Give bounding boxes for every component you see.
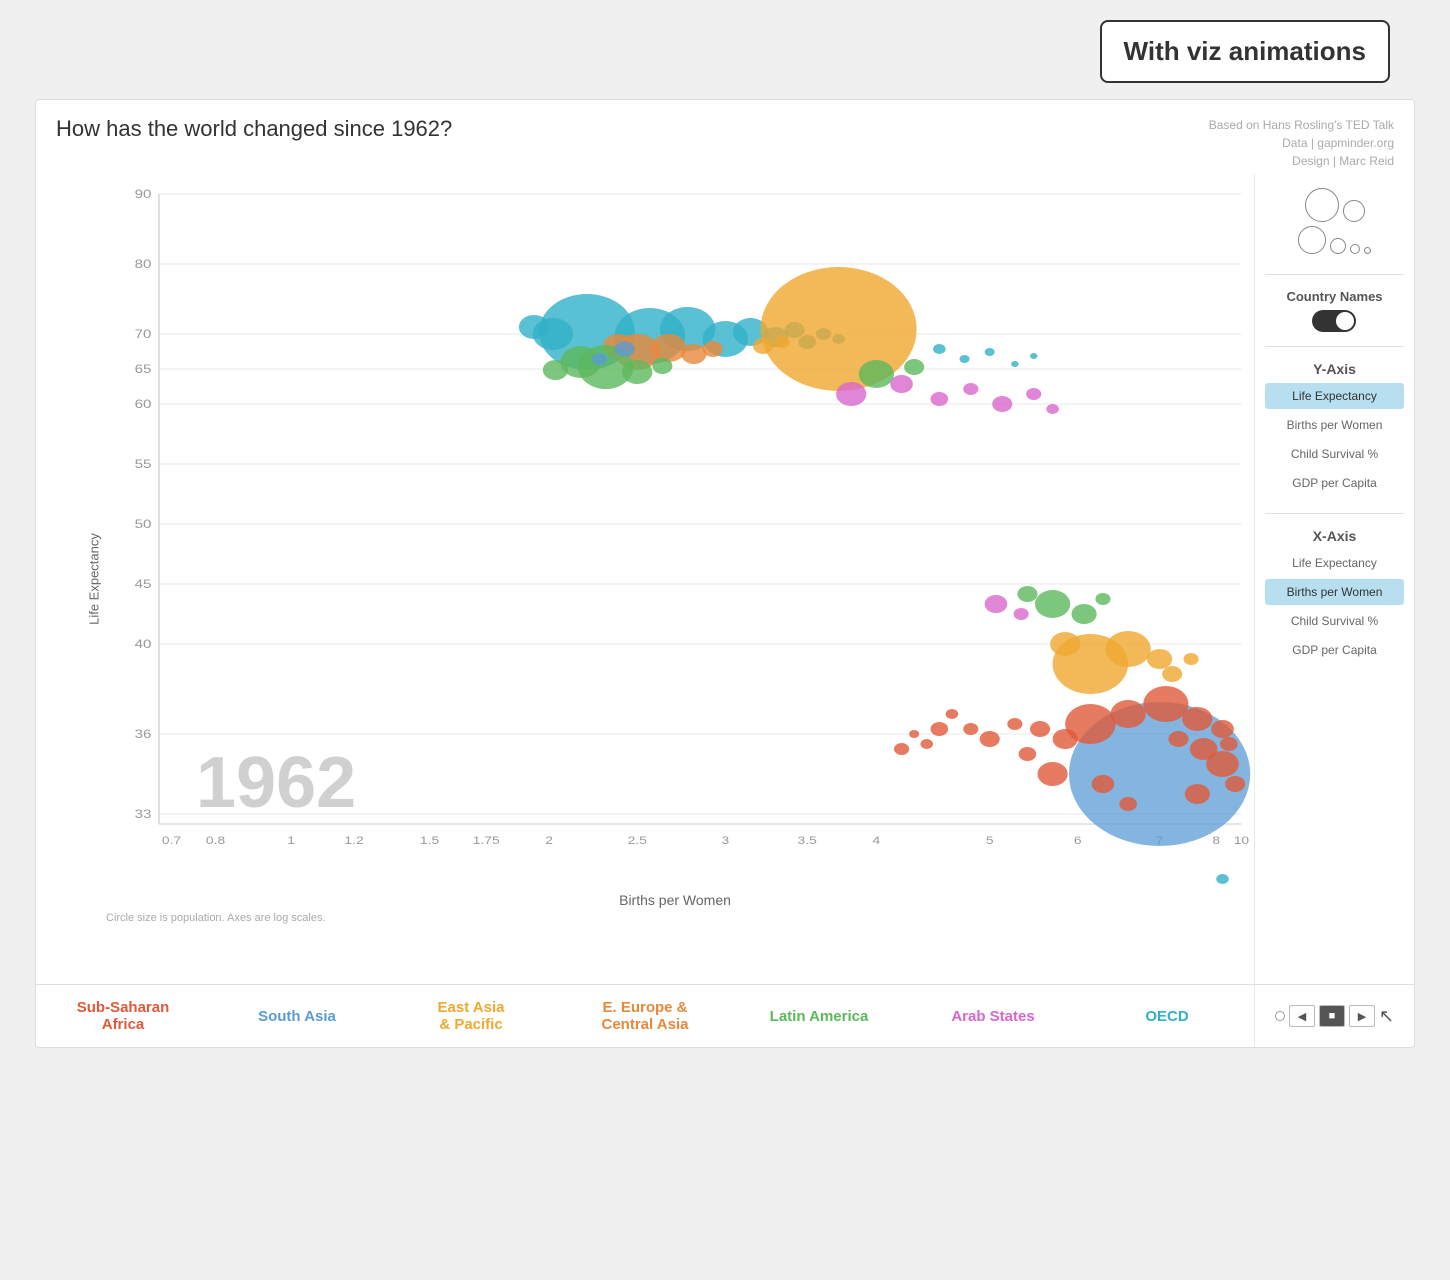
region-e-europe-central-asia[interactable]: E. Europe &Central Asia — [558, 985, 732, 1047]
svg-text:50: 50 — [135, 517, 152, 530]
y-axis-section: Y-Axis Life Expectancy Births per Women … — [1265, 361, 1404, 499]
svg-text:33: 33 — [135, 807, 152, 820]
legend-circle-large — [1305, 188, 1339, 222]
svg-text:4: 4 — [873, 834, 881, 846]
legend-circle-small-group — [1298, 226, 1326, 254]
x-axis-title: X-Axis — [1265, 528, 1404, 544]
svg-text:0.8: 0.8 — [206, 834, 225, 846]
country-names-label: Country Names — [1286, 289, 1382, 304]
svg-text:5: 5 — [986, 834, 994, 846]
x-axis-gdp[interactable]: GDP per Capita — [1265, 637, 1404, 663]
region-oecd[interactable]: OECD — [1080, 994, 1254, 1039]
sidebar-divider-3 — [1265, 513, 1404, 514]
svg-text:90: 90 — [135, 187, 152, 200]
svg-text:10: 10 — [1234, 834, 1249, 846]
bottom-row: Sub-SaharanAfrica South Asia East Asia& … — [36, 984, 1414, 1047]
timeline-stop-button[interactable]: ■ — [1319, 1005, 1345, 1027]
viz-animations-badge: With viz animations — [1100, 20, 1390, 83]
region-arab-states[interactable]: Arab States — [906, 994, 1080, 1039]
svg-text:1: 1 — [287, 834, 295, 846]
country-names-toggle-section: Country Names — [1286, 289, 1382, 332]
chart-note: Circle size is population. Axes are log … — [96, 912, 1254, 924]
sidebar-divider-1 — [1265, 274, 1404, 275]
toggle-knob — [1336, 312, 1354, 330]
x-axis-life-expectancy[interactable]: Life Expectancy — [1265, 550, 1404, 576]
y-axis-child-survival[interactable]: Child Survival % — [1265, 441, 1404, 467]
svg-text:3.5: 3.5 — [798, 834, 817, 846]
y-axis-life-expectancy[interactable]: Life Expectancy — [1265, 383, 1404, 409]
x-axis-child-survival[interactable]: Child Survival % — [1265, 608, 1404, 634]
svg-text:36: 36 — [135, 727, 152, 740]
svg-text:45: 45 — [135, 577, 152, 590]
chart-inner: 1962 — [96, 184, 1254, 884]
svg-text:8: 8 — [1212, 834, 1220, 846]
svg-text:3: 3 — [721, 834, 729, 846]
timeline-start-dot — [1275, 1011, 1285, 1021]
svg-text:6: 6 — [1074, 834, 1082, 846]
legend-circle-xxxs — [1364, 247, 1371, 254]
main-chart-container: How has the world changed since 1962? Ba… — [35, 99, 1415, 1048]
chart-title: How has the world changed since 1962? — [56, 116, 452, 142]
svg-text:2.5: 2.5 — [628, 834, 647, 846]
timeline-prev-button[interactable]: ◀ — [1289, 1005, 1315, 1027]
country-names-toggle[interactable] — [1312, 310, 1356, 332]
region-east-asia-pacific[interactable]: East Asia& Pacific — [384, 985, 558, 1047]
region-sub-saharan-africa[interactable]: Sub-SaharanAfrica — [36, 985, 210, 1047]
svg-text:40: 40 — [135, 637, 152, 650]
cursor-indicator: ↖ — [1379, 1006, 1394, 1027]
svg-text:1.2: 1.2 — [344, 834, 363, 846]
svg-text:65: 65 — [135, 362, 152, 375]
x-axis-section: X-Axis Life Expectancy Births per Women … — [1265, 528, 1404, 666]
legend-circle-medium — [1343, 200, 1365, 222]
svg-text:1.75: 1.75 — [473, 834, 500, 846]
legend-circle-xs — [1330, 238, 1346, 254]
timeline-controls: ◀ ■ ▶ ↖ — [1254, 985, 1414, 1047]
svg-text:60: 60 — [135, 397, 152, 410]
chart-header: How has the world changed since 1962? Ba… — [36, 100, 1414, 174]
y-axis-births-per-women[interactable]: Births per Women — [1265, 412, 1404, 438]
region-south-asia[interactable]: South Asia — [210, 994, 384, 1039]
chart-area: Life Expectancy 1962 — [36, 174, 1254, 984]
svg-text:1.5: 1.5 — [420, 834, 439, 846]
legend-circle-xxs — [1350, 244, 1360, 254]
svg-text:2: 2 — [545, 834, 553, 846]
chart-attribution: Based on Hans Rosling's TED Talk Data | … — [1209, 116, 1394, 170]
svg-text:70: 70 — [135, 327, 152, 340]
svg-text:0.7: 0.7 — [162, 834, 181, 846]
sidebar: Country Names Y-Axis Life Expectancy Bir… — [1254, 174, 1414, 984]
svg-text:55: 55 — [135, 457, 152, 470]
x-axis-label: Births per Women — [96, 892, 1254, 908]
region-labels: Sub-SaharanAfrica South Asia East Asia& … — [36, 985, 1254, 1047]
svg-text:80: 80 — [135, 257, 152, 270]
size-legend — [1298, 188, 1371, 254]
y-axis-gdp[interactable]: GDP per Capita — [1265, 470, 1404, 496]
bubble-chart-svg: 90 80 70 65 60 55 50 45 40 36 33 0 — [96, 184, 1254, 884]
timeline-next-button[interactable]: ▶ — [1349, 1005, 1375, 1027]
x-axis-births-per-women[interactable]: Births per Women — [1265, 579, 1404, 605]
chart-sidebar-wrapper: Life Expectancy 1962 — [36, 174, 1414, 984]
y-axis-title: Y-Axis — [1265, 361, 1404, 377]
sidebar-divider-2 — [1265, 346, 1404, 347]
region-latin-america[interactable]: Latin America — [732, 994, 906, 1039]
